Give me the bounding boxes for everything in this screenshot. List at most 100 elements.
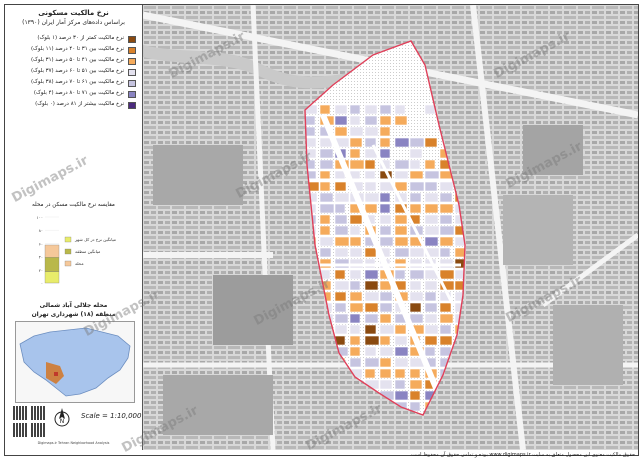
parcel[interactable] (379, 313, 392, 324)
parcel[interactable] (364, 126, 379, 137)
parcel[interactable] (319, 181, 331, 192)
parcel[interactable] (439, 324, 452, 335)
parcel[interactable] (349, 126, 364, 137)
parcel[interactable] (424, 214, 439, 225)
parcel[interactable] (379, 236, 394, 247)
parcel[interactable] (364, 104, 378, 115)
map-canvas[interactable] (143, 5, 638, 450)
parcel[interactable] (394, 269, 406, 280)
parcel[interactable] (349, 335, 361, 346)
parcel[interactable] (349, 324, 361, 335)
parcel[interactable] (394, 335, 408, 346)
parcel[interactable] (319, 104, 331, 115)
parcel[interactable] (424, 192, 439, 203)
parcel[interactable] (439, 214, 453, 225)
parcel[interactable] (319, 225, 331, 236)
parcel[interactable] (334, 269, 346, 280)
parcel[interactable] (364, 335, 380, 346)
parcel[interactable] (379, 203, 391, 214)
parcel[interactable] (394, 346, 409, 357)
parcel[interactable] (424, 181, 438, 192)
parcel[interactable] (334, 236, 350, 247)
parcel[interactable] (379, 324, 395, 335)
parcel[interactable] (349, 291, 363, 302)
parcel[interactable] (349, 269, 362, 280)
parcel[interactable] (439, 225, 455, 236)
parcel[interactable] (409, 313, 424, 324)
parcel[interactable] (394, 236, 409, 247)
parcel[interactable] (379, 302, 393, 313)
parcel[interactable] (305, 115, 316, 126)
parcel[interactable] (424, 302, 438, 313)
parcel[interactable] (379, 148, 391, 159)
parcel[interactable] (379, 115, 392, 126)
parcel[interactable] (334, 115, 348, 126)
parcel[interactable] (334, 324, 348, 335)
parcel[interactable] (424, 313, 438, 324)
parcel[interactable] (334, 192, 350, 203)
parcel[interactable] (334, 181, 347, 192)
parcel[interactable] (409, 247, 425, 258)
parcel[interactable] (349, 302, 364, 313)
parcel[interactable] (349, 280, 361, 291)
parcel[interactable] (379, 137, 391, 148)
parcel[interactable] (394, 159, 410, 170)
parcel[interactable] (364, 280, 379, 291)
parcel[interactable] (424, 104, 436, 115)
parcel[interactable] (349, 357, 362, 368)
parcel[interactable] (394, 390, 409, 401)
parcel[interactable] (394, 104, 406, 115)
parcel[interactable] (439, 192, 453, 203)
parcel[interactable] (349, 104, 361, 115)
parcel[interactable] (379, 192, 391, 203)
parcel[interactable] (319, 214, 331, 225)
parcel[interactable] (394, 137, 410, 148)
parcel[interactable] (439, 269, 455, 280)
parcel[interactable] (319, 247, 332, 258)
parcel[interactable] (409, 302, 422, 313)
parcel[interactable] (409, 280, 422, 291)
parcel[interactable] (319, 203, 335, 214)
parcel[interactable] (394, 115, 408, 126)
parcel[interactable] (334, 203, 346, 214)
parcel[interactable] (364, 192, 380, 203)
parcel[interactable] (394, 225, 408, 236)
parcel[interactable] (379, 357, 392, 368)
parcel[interactable] (319, 192, 334, 203)
parcel[interactable] (334, 104, 348, 115)
parcel[interactable] (424, 291, 437, 302)
parcel[interactable] (439, 203, 454, 214)
parcel[interactable] (424, 225, 440, 236)
parcel[interactable] (379, 346, 394, 357)
parcel[interactable] (379, 126, 391, 137)
parcel[interactable] (409, 148, 423, 159)
parcel[interactable] (409, 137, 425, 148)
parcel[interactable] (379, 214, 392, 225)
parcel[interactable] (349, 313, 361, 324)
parcel[interactable] (319, 159, 334, 170)
parcel[interactable] (349, 214, 363, 225)
parcel[interactable] (349, 247, 363, 258)
parcel[interactable] (379, 291, 393, 302)
parcel[interactable] (364, 115, 378, 126)
parcel[interactable] (364, 247, 377, 258)
parcel[interactable] (424, 324, 439, 335)
parcel[interactable] (334, 280, 350, 291)
parcel[interactable] (379, 225, 392, 236)
parcel[interactable] (394, 379, 406, 390)
parcel[interactable] (409, 401, 421, 412)
parcel[interactable] (394, 247, 410, 258)
parcel[interactable] (379, 335, 391, 346)
parcel[interactable] (379, 379, 393, 390)
parcel[interactable] (349, 236, 362, 247)
parcel[interactable] (379, 104, 392, 115)
parcel[interactable] (334, 214, 348, 225)
parcel[interactable] (409, 203, 422, 214)
parcel[interactable] (334, 126, 348, 137)
parcel[interactable] (364, 181, 377, 192)
parcel[interactable] (424, 236, 439, 247)
parcel[interactable] (409, 291, 424, 302)
parcel[interactable] (424, 203, 439, 214)
parcel[interactable] (424, 280, 438, 291)
parcel[interactable] (349, 137, 363, 148)
